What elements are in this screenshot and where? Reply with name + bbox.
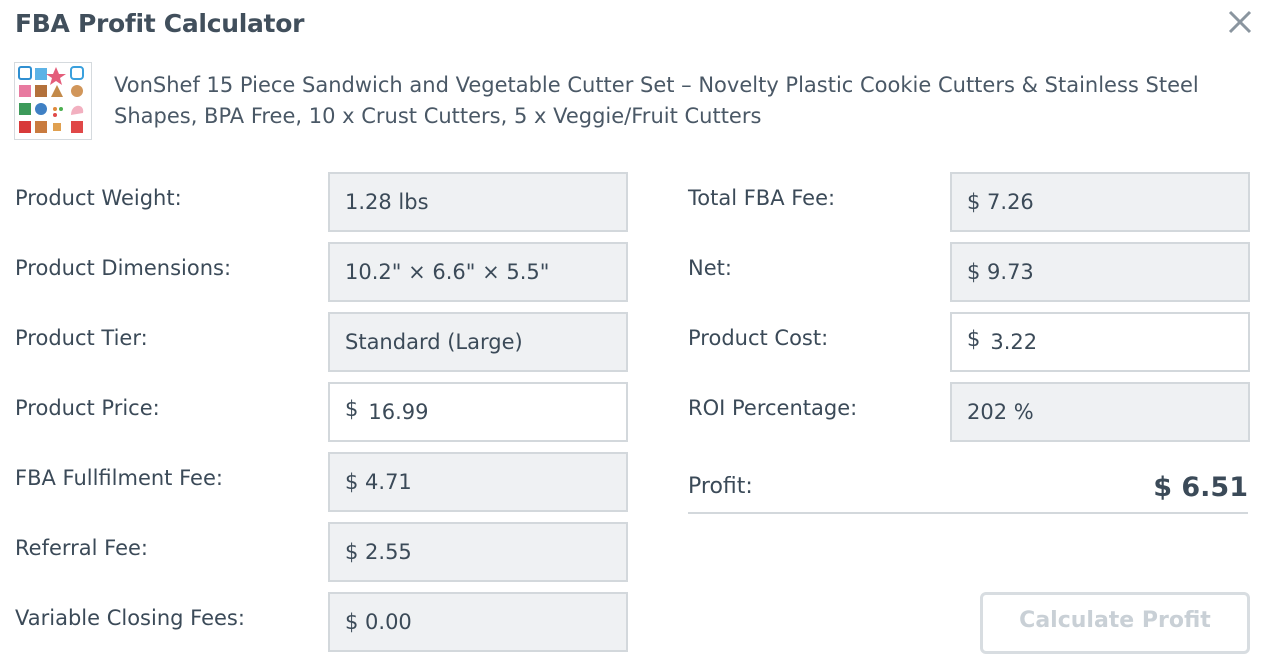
product-dimensions-label: Product Dimensions: xyxy=(15,256,232,280)
total-fba-fee-value: $ 7.26 xyxy=(967,190,1034,214)
product-dimensions-value: 10.2" × 6.6" × 5.5" xyxy=(345,260,550,284)
close-icon xyxy=(1228,10,1252,34)
product-weight-label: Product Weight: xyxy=(15,186,182,210)
product-price-input[interactable] xyxy=(368,400,589,424)
cost-currency-symbol: $ xyxy=(967,327,981,351)
product-tier-field: Standard (Large) xyxy=(328,312,628,372)
product-weight-value: 1.28 lbs xyxy=(345,190,429,214)
net-field: $ 9.73 xyxy=(950,242,1250,302)
product-image-icon xyxy=(18,66,84,133)
dialog-title: FBA Profit Calculator xyxy=(15,9,305,38)
product-weight-field: 1.28 lbs xyxy=(328,172,628,232)
net-label: Net: xyxy=(688,256,732,280)
profit-row: Profit: $ 6.51 xyxy=(688,470,1248,514)
roi-percentage-value: 202 % xyxy=(967,400,1034,424)
product-dimensions-field: 10.2" × 6.6" × 5.5" xyxy=(328,242,628,302)
referral-fee-label: Referral Fee: xyxy=(15,536,149,560)
product-title: VonShef 15 Piece Sandwich and Vegetable … xyxy=(114,73,1199,128)
referral-fee-value: $ 2.55 xyxy=(345,540,412,564)
referral-fee-field: $ 2.55 xyxy=(328,522,628,582)
profit-value: $ 6.51 xyxy=(1153,472,1248,503)
product-tier-value: Standard (Large) xyxy=(345,330,523,354)
variable-closing-fees-value: $ 0.00 xyxy=(345,610,412,634)
total-fba-fee-field: $ 7.26 xyxy=(950,172,1250,232)
product-thumbnail xyxy=(14,62,92,140)
profit-label: Profit: xyxy=(688,474,753,499)
fba-fulfilment-fee-field: $ 4.71 xyxy=(328,452,628,512)
fba-fulfilment-fee-value: $ 4.71 xyxy=(345,470,412,494)
roi-percentage-label: ROI Percentage: xyxy=(688,396,858,420)
product-cost-input[interactable] xyxy=(990,330,1211,354)
net-value: $ 9.73 xyxy=(967,260,1034,284)
product-price-field[interactable]: $ xyxy=(328,382,628,442)
variable-closing-fees-field: $ 0.00 xyxy=(328,592,628,652)
product-tier-label: Product Tier: xyxy=(15,326,148,350)
price-currency-symbol: $ xyxy=(345,397,359,421)
total-fba-fee-label: Total FBA Fee: xyxy=(688,186,836,210)
roi-percentage-field: 202 % xyxy=(950,382,1250,442)
product-price-label: Product Price: xyxy=(15,396,160,420)
variable-closing-fees-label: Variable Closing Fees: xyxy=(15,606,245,630)
product-cost-field[interactable]: $ xyxy=(950,312,1250,372)
fba-fulfilment-fee-label: FBA Fullfilment Fee: xyxy=(15,466,223,490)
product-cost-label: Product Cost: xyxy=(688,326,829,350)
calculate-profit-button[interactable]: Calculate Profit xyxy=(980,592,1250,654)
close-button[interactable] xyxy=(1224,6,1256,38)
